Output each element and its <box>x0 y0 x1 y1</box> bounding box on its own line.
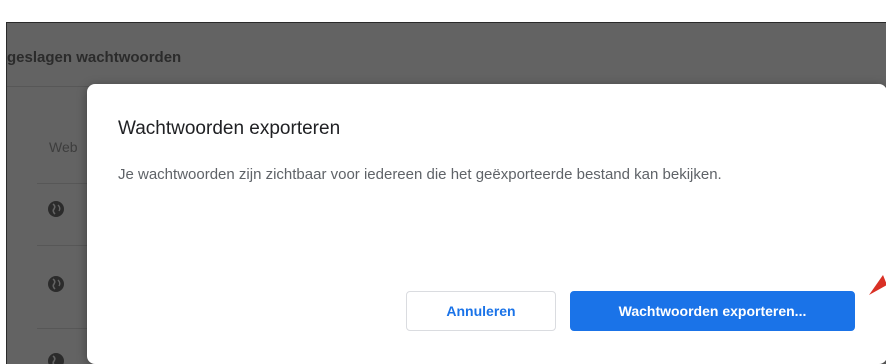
browser-viewport: geslagen wachtwoorden Web Wachtwoorden e… <box>6 22 886 364</box>
website-column-header: Web <box>49 139 78 155</box>
dialog-title: Wachtwoorden exporteren <box>118 118 341 139</box>
export-passwords-dialog: Wachtwoorden exporteren Je wachtwoorden … <box>87 84 886 364</box>
globe-icon <box>48 201 64 217</box>
globe-icon <box>48 353 64 364</box>
globe-icon <box>48 276 64 292</box>
saved-passwords-title: geslagen wachtwoorden <box>7 49 182 66</box>
cancel-button[interactable]: Annuleren <box>406 291 556 331</box>
page-caption <box>0 0 896 22</box>
dialog-body: Je wachtwoorden zijn zichtbaar voor iede… <box>118 166 722 183</box>
export-passwords-button[interactable]: Wachtwoorden exporteren... <box>570 291 855 331</box>
annotation-arrow-icon <box>869 275 886 295</box>
